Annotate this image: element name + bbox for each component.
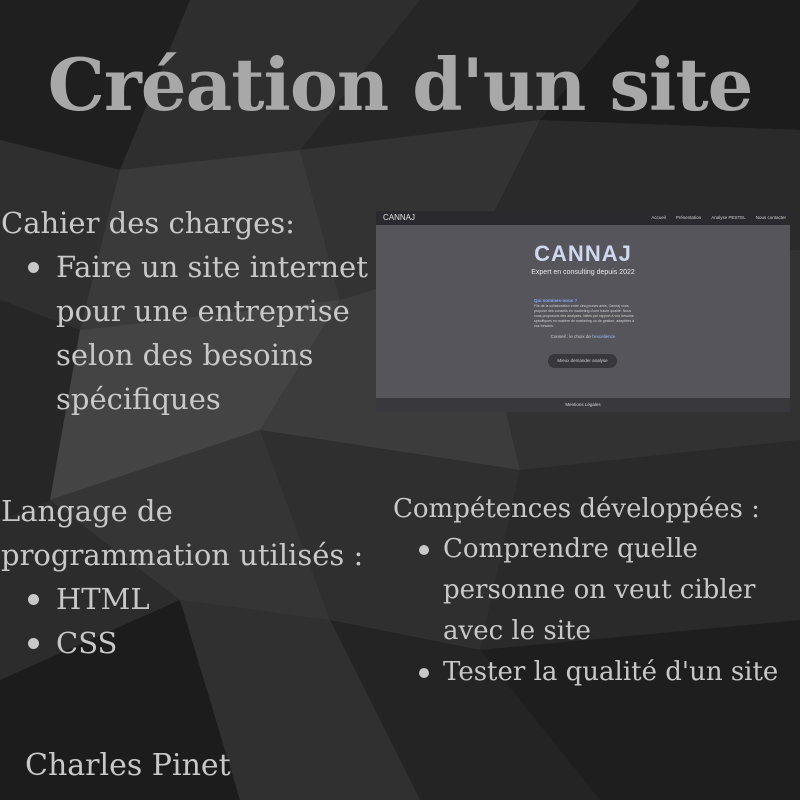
bullet-icon [419, 668, 429, 678]
screenshot-footer: Mentions Légales [376, 398, 790, 412]
screenshot-logo: CANNAJ [383, 213, 416, 222]
screenshot-note-link: l'excellence [592, 334, 616, 339]
screenshot-who-heading: Qui sommes-nous ? [534, 298, 578, 303]
list-item-text: CSS [56, 626, 118, 660]
cahier-list: Faire un site internet pour une entrepri… [1, 245, 376, 421]
list-item: CSS [1, 621, 391, 665]
screenshot-brand: CANNAJ [534, 241, 632, 266]
list-item-text: HTML [56, 582, 150, 616]
competences-section: Compétences développées : Comprendre que… [393, 489, 798, 693]
list-item: Tester la qualité d'un site [393, 652, 798, 693]
screenshot-footer-text: Mentions Légales [565, 402, 601, 407]
list-item: Comprendre quelle personne on veut cible… [393, 529, 798, 652]
screenshot-tagline: Expert en consulting depuis 2022 [531, 269, 635, 276]
screenshot-note-text: Conseil : le choix de [550, 334, 591, 339]
screenshot-button: Mieux demander analyse [548, 354, 617, 368]
screenshot-nav-links: Accueil Présentation Analyse PESTEL Nous… [651, 215, 786, 220]
competences-heading: Compétences développées : [393, 494, 760, 524]
bullet-icon [28, 594, 39, 605]
page-title: Création d'un site [47, 42, 754, 127]
screenshot-nav-item: Accueil [651, 215, 666, 220]
cahier-section: Cahier des charges: Faire un site intern… [1, 201, 376, 421]
list-item-text: Comprendre quelle personne on veut cible… [443, 534, 756, 646]
screenshot-note: Conseil : le choix de l'excellence [376, 334, 790, 339]
bullet-icon [28, 638, 39, 649]
list-item-text: Faire un site internet pour une entrepri… [56, 250, 368, 416]
competences-list: Comprendre quelle personne on veut cible… [393, 529, 798, 693]
list-item: Faire un site internet pour une entrepri… [1, 245, 376, 421]
screenshot-nav-item: Analyse PESTEL [711, 215, 746, 220]
list-item-text: Tester la qualité d'un site [443, 657, 779, 687]
bullet-icon [419, 545, 429, 555]
slide: Création d'un site Cahier des charges: F… [0, 0, 800, 800]
screenshot-navbar: CANNAJ Accueil Présentation Analyse PEST… [376, 211, 790, 225]
langage-section: Langage de programmation utilisés : HTML… [1, 489, 391, 665]
langage-heading: Langage de programmation utilisés : [1, 494, 364, 572]
website-screenshot: CANNAJ Accueil Présentation Analyse PEST… [376, 211, 790, 412]
bullet-icon [28, 262, 39, 273]
screenshot-paragraph: Fils de la collaboration entre cinq jeun… [534, 304, 635, 328]
screenshot-nav-item: Nous contacter [755, 215, 786, 220]
screenshot-nav-item: Présentation [675, 215, 702, 220]
list-item: HTML [1, 577, 391, 621]
cahier-heading: Cahier des charges: [1, 206, 295, 240]
author-name: Charles Pinet [25, 748, 231, 783]
langage-list: HTML CSS [1, 577, 391, 665]
